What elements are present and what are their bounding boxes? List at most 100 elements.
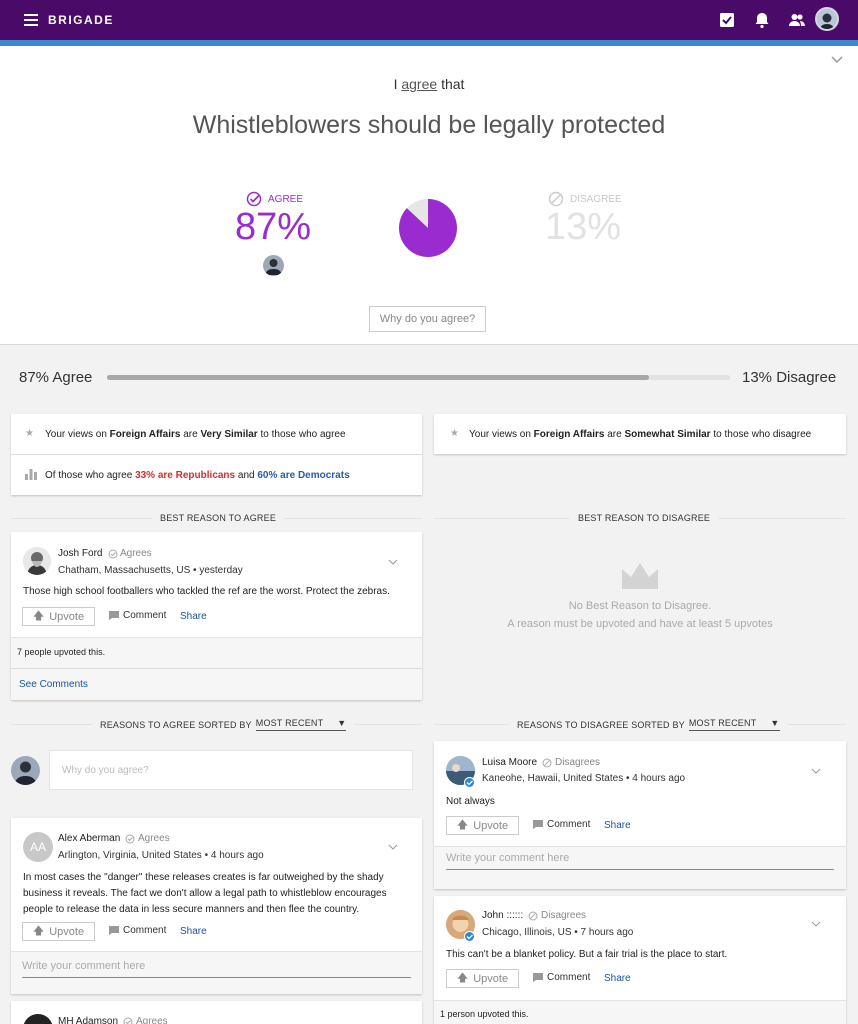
stance-prefix: I <box>393 76 398 92</box>
comment-icon <box>533 820 543 829</box>
disagree-similarity-card: ★ Your views on Foreign Affairs are Some… <box>434 414 846 454</box>
share-link[interactable]: Share <box>180 611 207 622</box>
bell-icon[interactable] <box>753 11 771 29</box>
author-stance: Disagrees <box>555 757 601 768</box>
comment-button[interactable]: Comment <box>109 925 166 936</box>
author-stance: Agrees <box>120 548 152 559</box>
star-icon: ★ <box>25 428 34 439</box>
reason-card: Luisa Moore Disagrees Kaneohe, Hawaii, U… <box>434 741 846 889</box>
verified-badge-icon <box>464 931 475 942</box>
caret-down-icon: ▼ <box>337 718 347 728</box>
chevron-down-icon[interactable] <box>811 921 821 927</box>
share-link[interactable]: Share <box>604 973 631 984</box>
star-icon: ★ <box>450 428 459 439</box>
bar-chart-icon <box>25 469 37 480</box>
author-name[interactable]: Luisa Moore <box>482 757 537 768</box>
reason-card: AA Alex Aberman Agrees Arlington, Virgin… <box>11 818 422 994</box>
card-footer: 1 person upvoted this. <box>434 1000 846 1024</box>
upvote-button[interactable]: 🡅 Upvote <box>22 607 95 626</box>
card-footer: Write your comment here <box>11 951 422 994</box>
author-meta: Kaneohe, Hawaii, United States • 4 hours… <box>482 773 686 784</box>
similarity-text: Your views on Foreign Affairs are Very S… <box>45 429 346 440</box>
agree-total-label: 87% Agree <box>19 369 93 386</box>
author-meta: Chatham, Massachusetts, US • yesterday <box>58 565 243 576</box>
agree-check-icon <box>108 549 118 559</box>
brand-logo[interactable]: BRIGADE <box>48 13 114 27</box>
arrow-up-icon: 🡅 <box>456 819 469 831</box>
caret-down-icon: ▼ <box>770 718 780 728</box>
sort-dropdown[interactable]: MOST RECENT ▼ <box>688 718 780 731</box>
disagree-ban-icon <box>542 758 552 768</box>
reason-text: Not always <box>446 796 495 807</box>
divider <box>11 454 422 455</box>
agree-voter-avatar[interactable] <box>263 255 284 276</box>
see-comments-link[interactable]: See Comments <box>19 679 88 690</box>
agree-list-header: REASONS TO AGREE SORTED BY MOST RECENT ▼ <box>92 718 355 731</box>
comment-button[interactable]: Comment <box>109 610 166 621</box>
verified-badge-icon <box>464 777 475 788</box>
agree-check-icon <box>125 834 135 844</box>
comment-input[interactable]: Write your comment here <box>22 956 411 978</box>
chevron-down-icon[interactable] <box>388 844 398 850</box>
card-footer: 7 people upvoted this. See Comments <box>11 637 422 700</box>
upvote-count: 1 person upvoted this. <box>440 1009 529 1019</box>
best-disagree-header: BEST REASON TO DISAGREE <box>570 513 719 523</box>
best-disagree-empty-title: No Best Reason to Disagree. <box>568 600 712 612</box>
upvote-button[interactable]: 🡅 Upvote <box>22 922 95 941</box>
share-link[interactable]: Share <box>604 820 631 831</box>
agree-label: AGREE <box>268 194 304 205</box>
people-icon[interactable] <box>788 11 806 29</box>
stance-suffix: that <box>441 76 465 92</box>
agree-check-icon <box>123 1017 133 1024</box>
my-avatar <box>11 756 40 785</box>
comment-button[interactable]: Comment <box>533 972 590 983</box>
user-avatar[interactable] <box>815 7 839 31</box>
reason-input[interactable]: Why do you agree? <box>49 750 413 790</box>
chevron-down-icon[interactable] <box>831 56 843 64</box>
arrow-up-icon: 🡅 <box>456 972 469 984</box>
author-meta: Chicago, Illinois, US • 7 hours ago <box>482 927 634 938</box>
agree-similarity-card: ★ Your views on Foreign Affairs are Very… <box>11 414 422 495</box>
author-stance: Agrees <box>138 833 170 844</box>
agree-progress-bar <box>107 375 730 380</box>
comment-input[interactable]: Write your comment here <box>446 848 834 870</box>
author-stance: Agrees <box>136 1016 168 1024</box>
top-bar: BRIGADE <box>0 0 858 40</box>
why-agree-button[interactable]: Why do you agree? <box>369 306 486 332</box>
disagree-label: DISAGREE <box>570 194 622 205</box>
author-name[interactable]: Josh Ford <box>58 548 102 559</box>
menu-icon[interactable] <box>24 14 38 26</box>
upvote-button[interactable]: 🡅 Upvote <box>446 969 519 988</box>
share-link[interactable]: Share <box>180 926 207 937</box>
checkbox-icon[interactable] <box>718 11 736 29</box>
chevron-down-icon[interactable] <box>811 768 821 774</box>
disagree-percent: 13% <box>544 206 622 248</box>
best-disagree-empty-desc: A reason must be upvoted and have at lea… <box>507 618 773 630</box>
author-name[interactable]: John :::::: <box>482 910 523 921</box>
author-avatar[interactable] <box>23 547 51 575</box>
chevron-down-icon[interactable] <box>388 559 398 565</box>
stance-line: I agree that <box>0 76 858 92</box>
comment-icon <box>533 973 543 982</box>
upvote-count: 7 people upvoted this. <box>17 647 106 657</box>
divider <box>11 668 422 669</box>
comment-icon <box>109 611 119 620</box>
author-avatar[interactable] <box>23 1014 53 1024</box>
author-avatar[interactable]: AA <box>23 832 53 862</box>
upvote-button[interactable]: 🡅 Upvote <box>446 816 519 835</box>
arrow-up-icon: 🡅 <box>32 610 45 622</box>
sort-dropdown[interactable]: MOST RECENT ▼ <box>255 718 347 731</box>
card-footer: Write your comment here <box>434 846 846 889</box>
author-stance: Disagrees <box>541 910 587 921</box>
disagree-ban-icon <box>528 911 538 921</box>
best-agree-card: Josh Ford Agrees Chatham, Massachusetts,… <box>11 532 422 700</box>
reason-text: This can't be a blanket policy. But a fa… <box>446 949 728 960</box>
stance-toggle[interactable]: agree <box>401 76 437 92</box>
author-name[interactable]: MH Adamson <box>58 1016 118 1024</box>
reason-text: Those high school footballers who tackle… <box>23 586 390 597</box>
page-title: Whistleblowers should be legally protect… <box>192 111 666 139</box>
author-meta: Arlington, Virginia, United States • 4 h… <box>58 850 264 861</box>
author-name[interactable]: Alex Aberman <box>58 833 120 844</box>
comment-button[interactable]: Comment <box>533 819 590 830</box>
similarity-text: Your views on Foreign Affairs are Somewh… <box>469 429 812 440</box>
